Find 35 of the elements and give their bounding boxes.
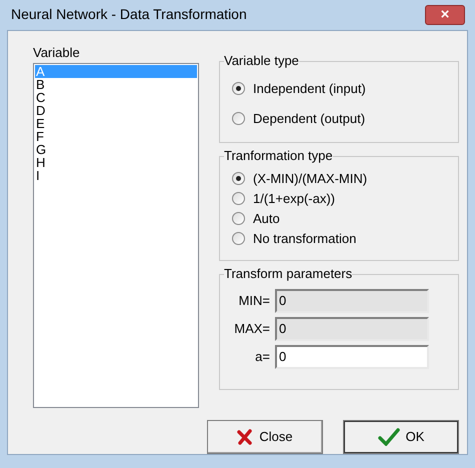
radio-button[interactable] (232, 232, 245, 246)
radio-button[interactable] (232, 172, 245, 186)
radio-label: No transformation (253, 230, 356, 248)
list-item[interactable]: C (35, 90, 197, 104)
radio-button[interactable] (232, 192, 245, 206)
checkmark-icon (378, 428, 400, 446)
radio-button[interactable] (232, 112, 245, 126)
list-item[interactable]: H (35, 156, 197, 169)
group-title: Transform parameters (224, 266, 352, 282)
radio-label: Dependent (output) (253, 110, 366, 128)
list-item[interactable]: F (35, 130, 197, 143)
list-item[interactable]: G (35, 142, 197, 156)
list-item[interactable]: E (35, 116, 197, 130)
radio-label: Independent (input) (253, 80, 366, 98)
list-label: Variable (33, 44, 81, 62)
radio-button[interactable] (232, 82, 245, 96)
parameter-label: MIN= (238, 292, 271, 310)
radio-label: 1/(1+exp(-ax)) (253, 190, 335, 208)
radio-label: Auto (253, 210, 280, 228)
variable-listbox[interactable]: A B C D E F G H I (33, 62, 199, 408)
list-item[interactable]: I (35, 168, 197, 182)
parameter-label: MAX= (233, 320, 271, 338)
window-title: Neural Network - Data Transformation (11, 5, 247, 24)
parameter-label: a= (254, 348, 271, 366)
list-item[interactable]: B (35, 78, 197, 91)
close-button[interactable]: × (425, 4, 465, 25)
group-title: Variable type (224, 52, 299, 69)
x-mark-icon (237, 428, 254, 445)
parameter-field[interactable]: 0 (275, 344, 429, 369)
ok-button[interactable]: OK (343, 420, 459, 454)
close-dialog-button[interactable]: Close (207, 420, 323, 454)
radio-button[interactable] (232, 212, 245, 226)
group-title: Tranformation type (224, 148, 333, 164)
list-item[interactable]: D (35, 104, 197, 117)
radio-label: (X-MIN)/(MAX-MIN) (253, 170, 368, 188)
